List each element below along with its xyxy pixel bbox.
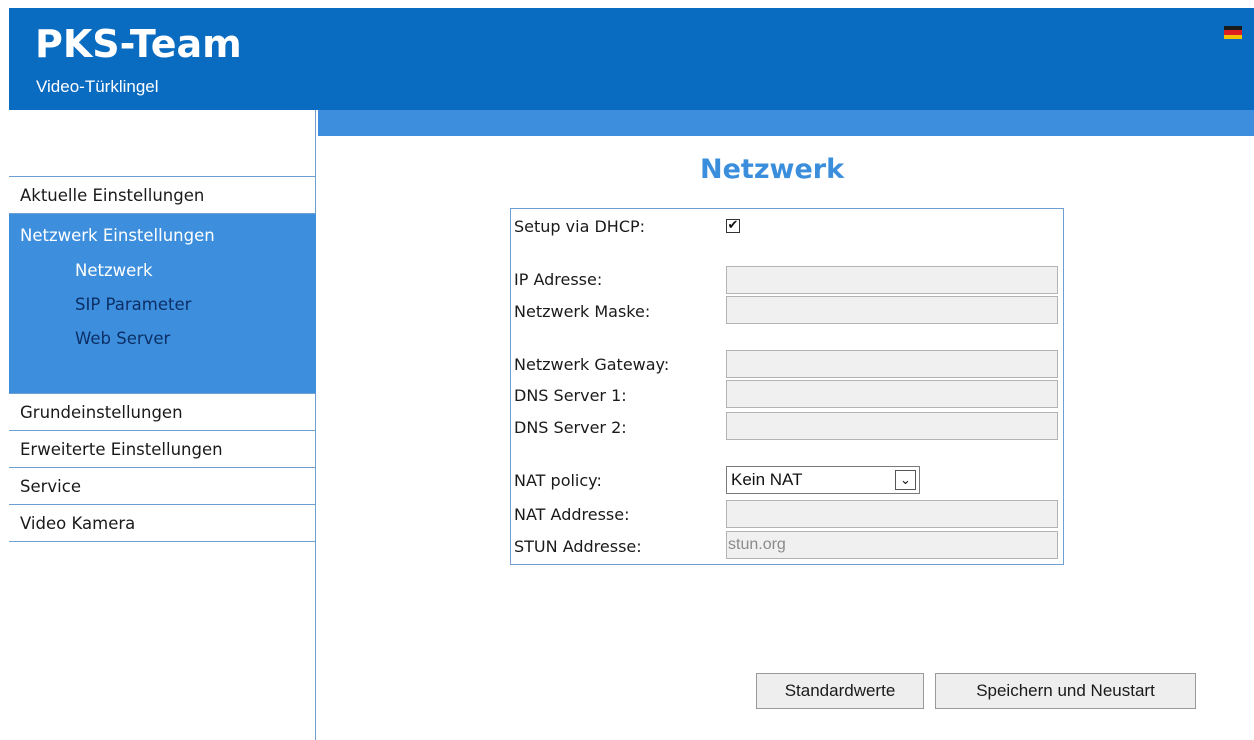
brand-subtitle: Video-Türklingel bbox=[36, 77, 159, 96]
sidebar-subitem-sip-parameter[interactable]: SIP Parameter bbox=[9, 288, 316, 322]
dns1-field[interactable] bbox=[726, 380, 1058, 408]
dns1-label: DNS Server 1: bbox=[514, 386, 627, 405]
dhcp-label: Setup via DHCP: bbox=[514, 217, 646, 236]
brand-title: PKS-Team bbox=[35, 22, 242, 66]
nat-policy-value: Kein NAT bbox=[731, 470, 803, 489]
network-form: Setup via DHCP: ✔ IP Adresse: Netzwerk M… bbox=[510, 208, 1064, 565]
sidebar-item-grundeinstellungen[interactable]: Grundeinstellungen bbox=[9, 394, 316, 431]
stun-label: STUN Addresse: bbox=[514, 537, 642, 556]
nat-policy-select[interactable]: Kein NAT ⌄ bbox=[726, 466, 920, 494]
sidebar-item-erweiterte-einstellungen[interactable]: Erweiterte Einstellungen bbox=[9, 431, 316, 468]
sidebar-group-netzwerk-einstellungen: Netzwerk Einstellungen Netzwerk SIP Para… bbox=[9, 214, 316, 394]
ip-label: IP Adresse: bbox=[514, 270, 603, 289]
stun-address-field[interactable]: stun.org bbox=[726, 531, 1058, 559]
ip-address-field[interactable] bbox=[726, 266, 1058, 294]
gateway-label: Netzwerk Gateway: bbox=[514, 355, 670, 374]
gateway-field[interactable] bbox=[726, 350, 1058, 378]
sidebar-nav: Aktuelle Einstellungen Netzwerk Einstell… bbox=[9, 176, 316, 542]
sidebar-subitem-web-server[interactable]: Web Server bbox=[9, 322, 316, 356]
sub-header-bar bbox=[318, 110, 1254, 136]
nat-policy-label: NAT policy: bbox=[514, 471, 602, 490]
mask-label: Netzwerk Maske: bbox=[514, 302, 651, 321]
sidebar-item-netzwerk-einstellungen[interactable]: Netzwerk Einstellungen bbox=[9, 218, 316, 254]
header-bar: PKS-Team Video-Türklingel bbox=[9, 8, 1254, 110]
defaults-button[interactable]: Standardwerte bbox=[756, 673, 924, 709]
sidebar-subitem-netzwerk[interactable]: Netzwerk bbox=[9, 254, 316, 288]
sidebar-item-aktuelle-einstellungen[interactable]: Aktuelle Einstellungen bbox=[9, 177, 316, 214]
nat-address-label: NAT Addresse: bbox=[514, 505, 630, 524]
sidebar-item-service[interactable]: Service bbox=[9, 468, 316, 505]
dns2-label: DNS Server 2: bbox=[514, 418, 627, 437]
checkmark-icon: ✔ bbox=[727, 218, 739, 233]
sidebar-item-video-kamera[interactable]: Video Kamera bbox=[9, 505, 316, 542]
dhcp-checkbox[interactable]: ✔ bbox=[726, 219, 740, 233]
german-flag-icon[interactable] bbox=[1224, 26, 1242, 39]
netmask-field[interactable] bbox=[726, 296, 1058, 324]
page-title: Netzwerk bbox=[700, 154, 845, 185]
dns2-field[interactable] bbox=[726, 412, 1058, 440]
save-restart-button[interactable]: Speichern und Neustart bbox=[935, 673, 1196, 709]
nat-address-field[interactable] bbox=[726, 500, 1058, 528]
chevron-down-icon[interactable]: ⌄ bbox=[895, 470, 916, 490]
